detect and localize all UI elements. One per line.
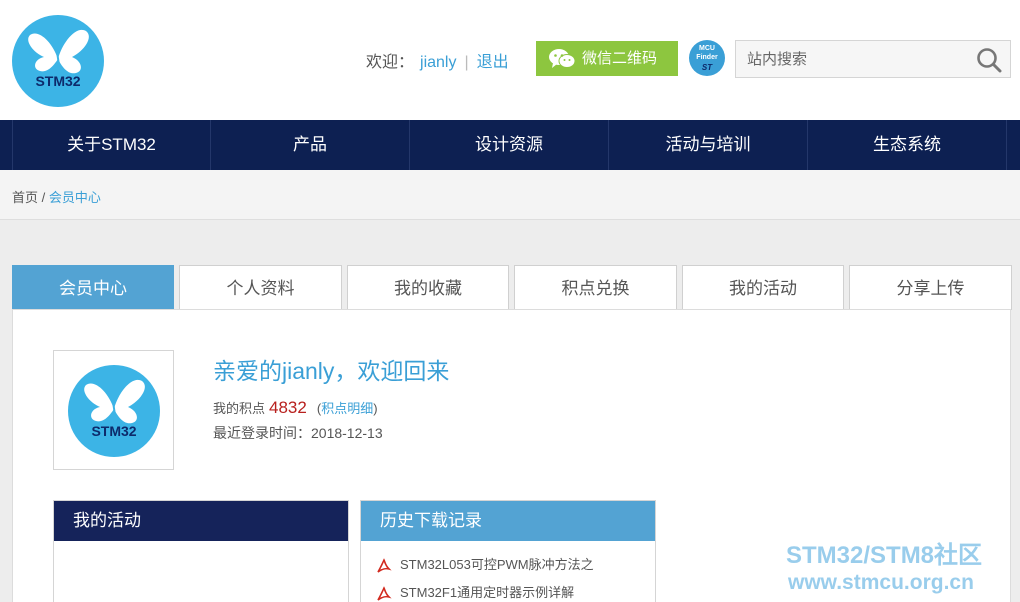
logout-link[interactable]: 退出 — [477, 54, 509, 71]
header: STM32 欢迎： jianly | 退出 微信二维码 MCU Finder ST — [0, 0, 1020, 120]
tab-member-center[interactable]: 会员中心 — [12, 265, 174, 310]
download-item-title: STM32F1通用定时器示例详解 — [400, 585, 575, 600]
tab-points-exchange[interactable]: 积点兑换 — [514, 265, 677, 310]
stm32-logo[interactable]: STM32 — [12, 15, 104, 107]
tab-my-activities[interactable]: 我的活动 — [682, 265, 844, 310]
my-activities-title: 我的活动 — [54, 501, 348, 541]
avatar[interactable]: STM32 — [68, 365, 160, 457]
butterfly-icon — [28, 29, 89, 74]
breadcrumb-home[interactable]: 首页 — [12, 190, 38, 205]
wechat-icon — [549, 49, 576, 68]
avatar-text: STM32 — [91, 423, 137, 439]
nav-item-design-resources[interactable]: 设计资源 — [410, 120, 609, 170]
breadcrumb-bar: 首页 / 会员中心 — [0, 170, 1020, 220]
watermark-line1: STM32/STM8社区 — [786, 542, 983, 569]
nav-item-about[interactable]: 关于STM32 — [12, 120, 211, 170]
greeting-title: 亲爱的jianly，欢迎回来 — [213, 358, 450, 384]
st-brand-mark: ST — [701, 63, 713, 72]
list-item[interactable]: STM32F1通用定时器示例详解 — [376, 583, 655, 602]
watermark-line2: www.stmcu.org.cn — [788, 571, 974, 594]
member-tabs: 会员中心 个人资料 我的收藏 积点兑换 我的活动 分享上传 — [12, 265, 1012, 310]
search-icon[interactable] — [976, 47, 1002, 73]
breadcrumb-separator: / — [41, 190, 46, 205]
points-label: 我的积点 — [213, 401, 266, 416]
tab-share-upload[interactable]: 分享上传 — [849, 265, 1012, 310]
butterfly-icon — [84, 379, 145, 424]
pdf-icon — [377, 558, 392, 573]
search-box — [735, 40, 1011, 78]
welcome-label: 欢迎： — [366, 54, 415, 71]
avatar-frame: STM32 — [53, 350, 174, 470]
mcu-finder-line1: MCU — [699, 45, 715, 52]
breadcrumb-current[interactable]: 会员中心 — [49, 190, 101, 205]
download-history-title: 历史下载记录 — [361, 501, 655, 541]
mcu-finder-line2: Finder — [696, 54, 718, 61]
welcome-bar: 欢迎： jianly | 退出 — [366, 48, 509, 72]
username-link[interactable]: jianly — [420, 54, 456, 71]
tab-favorites[interactable]: 我的收藏 — [347, 265, 509, 310]
wechat-qr-button[interactable]: 微信二维码 — [536, 41, 678, 76]
points-line: 我的积点 4832 (积点明细) — [213, 398, 378, 418]
points-value: 4832 — [269, 398, 307, 417]
last-login: 最近登录时间：2018-12-13 — [213, 425, 383, 441]
points-detail-close: ) — [373, 401, 378, 416]
breadcrumb: 首页 / 会员中心 — [12, 187, 101, 206]
mcu-finder-icon[interactable]: MCU Finder ST — [689, 40, 725, 76]
download-history-box: 历史下载记录 STM32L053可控PWM脉冲方法之 STM32F1通用定时器示… — [360, 500, 656, 602]
main-nav: 关于STM32 产品 设计资源 活动与培训 生态系统 — [0, 120, 1020, 170]
welcome-separator: | — [464, 54, 469, 71]
logo-text: STM32 — [35, 73, 81, 89]
my-activities-box: 我的活动 — [53, 500, 349, 602]
download-list: STM32L053可控PWM脉冲方法之 STM32F1通用定时器示例详解 — [361, 541, 655, 602]
nav-item-ecosystem[interactable]: 生态系统 — [808, 120, 1007, 170]
nav-item-events-training[interactable]: 活动与培训 — [609, 120, 808, 170]
points-detail-link[interactable]: 积点明细 — [321, 401, 373, 416]
pdf-icon — [377, 586, 392, 601]
download-item-title: STM32L053可控PWM脉冲方法之 — [400, 557, 594, 572]
list-item[interactable]: STM32L053可控PWM脉冲方法之 — [376, 555, 655, 583]
search-input[interactable] — [736, 41, 966, 77]
tab-profile[interactable]: 个人资料 — [179, 265, 342, 310]
nav-item-products[interactable]: 产品 — [211, 120, 410, 170]
site-watermark: STM32/STM8社区 www.stmcu.org.cn — [786, 542, 982, 596]
wechat-qr-label: 微信二维码 — [582, 50, 658, 67]
